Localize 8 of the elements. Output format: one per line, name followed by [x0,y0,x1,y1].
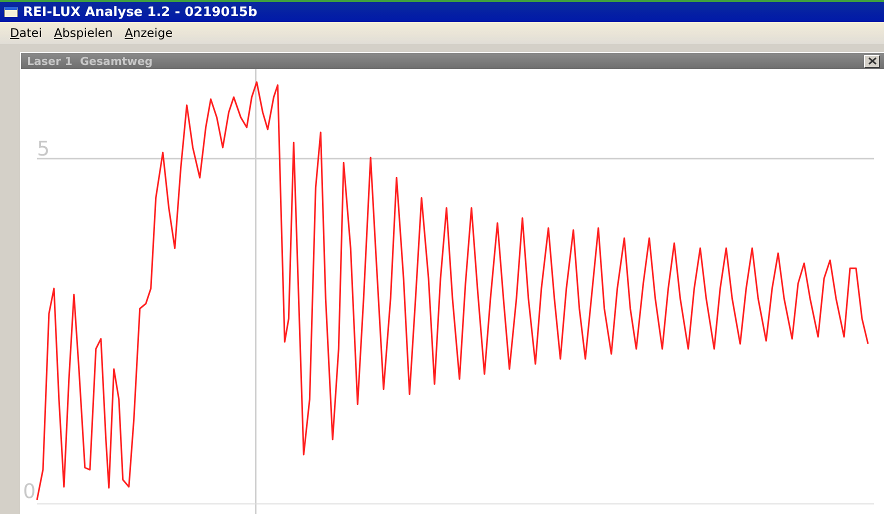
app-icon [4,7,18,17]
menu-item[interactable]: Datei [10,26,42,40]
close-button[interactable] [864,54,880,68]
child-window-title: Laser 1 Gesamtweg [27,54,153,68]
menu-item[interactable]: Anzeige [124,26,173,40]
close-icon [868,57,876,65]
menu-item[interactable]: Abspielen [54,26,113,40]
window-title: REI-LUX Analyse 1.2 - 0219015b [23,4,258,20]
